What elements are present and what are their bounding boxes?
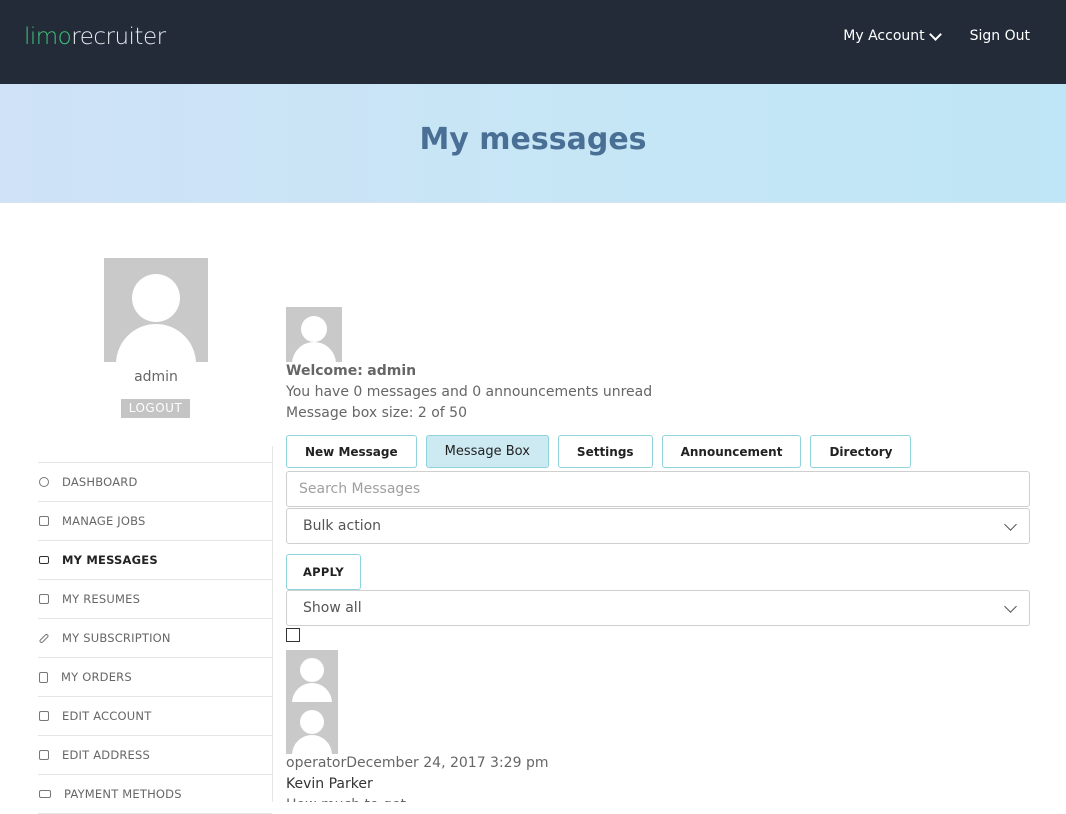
tab-announcement[interactable]: Announcement — [661, 435, 802, 468]
avatar — [104, 258, 208, 362]
sender-avatar — [286, 650, 338, 702]
copy-icon — [39, 594, 49, 604]
chevron-down-icon — [1004, 600, 1017, 613]
logout-button[interactable]: LOGOUT — [121, 399, 190, 418]
message-sender[interactable]: Kevin Parker — [286, 776, 373, 792]
sidebar-item-edit-account[interactable]: EDIT ACCOUNT — [38, 697, 272, 736]
file-icon — [39, 671, 48, 683]
sidebar-username: admin — [134, 369, 178, 385]
sidebar-item-my-subscription[interactable]: MY SUBSCRIPTION — [38, 619, 272, 658]
unread-summary: You have 0 messages and 0 announcements … — [286, 384, 653, 400]
tab-message-box[interactable]: Message Box — [425, 435, 549, 468]
tab-directory[interactable]: Directory — [810, 435, 912, 468]
sidebar-nav: DASHBOARD MANAGE JOBS MY MESSAGES MY RES… — [38, 462, 272, 814]
document-icon — [39, 516, 49, 526]
message-box-size: Message box size: 2 of 50 — [286, 405, 467, 421]
my-account-menu[interactable]: My Account — [843, 27, 942, 44]
select-all-checkbox[interactable] — [286, 628, 300, 642]
money-icon — [39, 790, 51, 798]
envelope-icon — [39, 556, 49, 564]
top-navbar: limorecruiter My Account Sign Out — [0, 0, 1066, 84]
sidebar-item-dashboard[interactable]: DASHBOARD — [38, 463, 272, 502]
sign-out-link[interactable]: Sign Out — [970, 28, 1030, 44]
bulk-action-select[interactable]: Bulk action — [286, 508, 1030, 544]
message-tabs: New Message Message Box Settings Announc… — [286, 435, 920, 468]
sidebar-divider — [272, 446, 273, 802]
sidebar-item-manage-jobs[interactable]: MANAGE JOBS — [38, 502, 272, 541]
sidebar-item-my-resumes[interactable]: MY RESUMES — [38, 580, 272, 619]
search-field — [286, 471, 1030, 507]
sidebar-item-payment-methods[interactable]: PAYMENT METHODS — [38, 775, 272, 814]
message-meta: operatorDecember 24, 2017 3:29 pm — [286, 755, 549, 771]
pencil-icon — [38, 632, 50, 644]
search-input[interactable] — [299, 481, 999, 497]
message-snippet: How much to get — [286, 797, 406, 802]
sidebar-item-my-orders[interactable]: MY ORDERS — [38, 658, 272, 697]
user-avatar — [286, 307, 342, 362]
tab-settings[interactable]: Settings — [557, 435, 653, 468]
edit-icon — [39, 750, 49, 760]
page-banner: My messages — [0, 84, 1066, 203]
recipient-avatar — [286, 702, 338, 754]
sidebar-item-edit-address[interactable]: EDIT ADDRESS — [38, 736, 272, 775]
site-logo[interactable]: limorecruiter — [24, 24, 166, 50]
filter-select[interactable]: Show all — [286, 590, 1030, 626]
apply-button[interactable]: APPLY — [286, 554, 361, 590]
welcome-text: Welcome: admin — [286, 363, 417, 379]
chevron-down-icon — [1004, 518, 1017, 531]
sidebar-item-my-messages[interactable]: MY MESSAGES — [38, 541, 272, 580]
dashboard-icon — [39, 477, 49, 487]
header-nav: My Account Sign Out — [843, 27, 1030, 44]
tab-new-message[interactable]: New Message — [286, 435, 417, 468]
page-title: My messages — [419, 122, 647, 157]
chevron-down-icon — [928, 27, 942, 41]
edit-icon — [39, 711, 49, 721]
